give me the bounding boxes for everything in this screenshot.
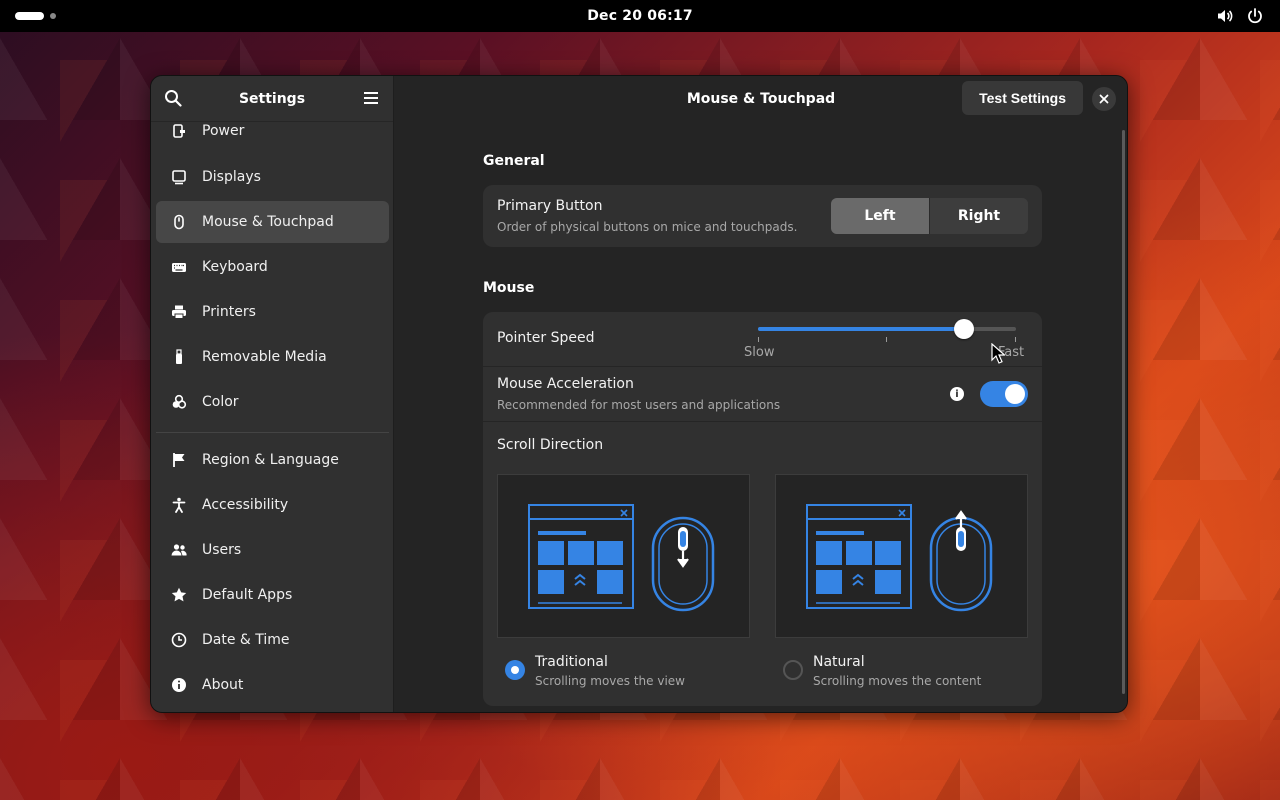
volume-icon[interactable]: [1216, 7, 1234, 25]
sidebar-item-date-time[interactable]: Date & Time: [156, 619, 389, 661]
scroll-direction-label: Scroll Direction: [497, 437, 604, 453]
scrollbar[interactable]: [1122, 130, 1125, 694]
primary-button-label: Primary Button: [497, 198, 603, 214]
color-icon: [170, 393, 188, 411]
slider-knob[interactable]: [954, 319, 974, 339]
slider-tick: [1015, 337, 1016, 342]
sidebar-title: Settings: [238, 90, 306, 107]
mouse-icon: [170, 213, 188, 231]
hamburger-menu-icon[interactable]: [363, 90, 379, 110]
mouse-acceleration-label: Mouse Acceleration: [497, 376, 634, 392]
traditional-subtitle: Scrolling moves the view: [535, 674, 685, 688]
sidebar-separator: [156, 432, 389, 433]
natural-illustration[interactable]: [775, 474, 1028, 638]
clock[interactable]: Dec 20 06:17: [587, 8, 693, 24]
sidebar-item-region-language[interactable]: Region & Language: [156, 439, 389, 481]
info-icon: [170, 676, 188, 694]
sidebar-item-about[interactable]: About: [156, 664, 389, 706]
sidebar-item-printers[interactable]: Printers: [156, 291, 389, 333]
flag-icon: [170, 451, 188, 469]
mouse-acceleration-toggle[interactable]: [980, 381, 1028, 407]
section-title-general: General: [483, 153, 545, 169]
natural-radio[interactable]: [783, 660, 803, 680]
slider-min-label: Slow: [744, 345, 775, 360]
slider-tick: [886, 337, 887, 342]
slider-tick: [758, 337, 759, 342]
test-settings-button[interactable]: Test Settings: [962, 81, 1083, 115]
close-icon[interactable]: [1092, 87, 1116, 111]
traditional-label: Traditional: [535, 654, 608, 670]
primary-button-left[interactable]: Left: [831, 198, 929, 234]
sidebar-item-label: Power: [202, 123, 245, 139]
sidebar-item-label: Displays: [202, 169, 261, 185]
sidebar-item-accessibility[interactable]: Accessibility: [156, 484, 389, 526]
info-icon[interactable]: i: [950, 387, 964, 401]
accessibility-icon: [170, 496, 188, 514]
content-pane: Mouse & Touchpad Test Settings General P…: [395, 76, 1127, 712]
top-bar: Dec 20 06:17: [0, 0, 1280, 32]
mouse-acceleration-row: Mouse Acceleration Recommended for most …: [483, 367, 1042, 421]
sidebar-item-label: Removable Media: [202, 349, 327, 365]
sidebar-item-removable-media[interactable]: Removable Media: [156, 336, 389, 378]
sidebar-item-label: Mouse & Touchpad: [202, 214, 334, 230]
toggle-knob: [1005, 384, 1025, 404]
sidebar-item-label: Default Apps: [202, 587, 293, 603]
sidebar: Settings Power Displays Mouse & Touchpad…: [151, 76, 394, 712]
pointer-speed-label: Pointer Speed: [497, 330, 595, 346]
activities-indicator[interactable]: [15, 12, 56, 20]
traditional-illustration[interactable]: [497, 474, 750, 638]
sidebar-item-label: Keyboard: [202, 259, 268, 275]
row-divider: [483, 421, 1042, 422]
page-title: Mouse & Touchpad: [686, 91, 836, 107]
pointer-speed-slider[interactable]: [758, 319, 1016, 356]
sidebar-item-label: Date & Time: [202, 632, 290, 648]
usb-icon: [170, 348, 188, 366]
primary-button-subtitle: Order of physical buttons on mice and to…: [497, 220, 798, 234]
sidebar-item-label: Color: [202, 394, 239, 410]
workspace-indicator-active: [15, 12, 44, 20]
mouse-cursor-icon: [991, 342, 1007, 369]
printer-icon: [170, 303, 188, 321]
mouse-card: Pointer Speed Slow Fast Mouse Accelerati…: [483, 312, 1042, 706]
sidebar-item-label: Users: [202, 542, 242, 558]
sidebar-item-keyboard[interactable]: Keyboard: [156, 246, 389, 288]
section-title-mouse: Mouse: [483, 280, 535, 296]
sidebar-item-power[interactable]: Power: [156, 110, 389, 152]
power-plug-icon: [170, 122, 188, 140]
clock-icon: [170, 631, 188, 649]
settings-window: Settings Power Displays Mouse & Touchpad…: [150, 75, 1128, 713]
sidebar-item-label: Region & Language: [202, 452, 339, 468]
sidebar-item-users[interactable]: Users: [156, 529, 389, 571]
natural-label: Natural: [813, 654, 865, 670]
traditional-radio[interactable]: [505, 660, 525, 680]
sidebar-item-label: Accessibility: [202, 497, 289, 513]
sidebar-item-color[interactable]: Color: [156, 381, 389, 423]
sidebar-item-default-apps[interactable]: Default Apps: [156, 574, 389, 616]
power-icon[interactable]: [1246, 7, 1264, 25]
slider-fill: [758, 327, 964, 331]
primary-button-right[interactable]: Right: [929, 198, 1028, 234]
sidebar-item-mouse-touchpad[interactable]: Mouse & Touchpad: [156, 201, 389, 243]
primary-button-selector: Left Right: [831, 198, 1028, 234]
users-icon: [170, 541, 188, 559]
sidebar-item-label: About: [202, 677, 244, 693]
keyboard-icon: [170, 258, 188, 276]
star-icon: [170, 586, 188, 604]
sidebar-item-displays[interactable]: Displays: [156, 156, 389, 198]
header-bar: Mouse & Touchpad Test Settings: [395, 76, 1127, 122]
mouse-acceleration-subtitle: Recommended for most users and applicati…: [497, 398, 781, 412]
system-tray[interactable]: [1216, 7, 1264, 25]
workspace-indicator: [50, 13, 56, 19]
natural-subtitle: Scrolling moves the content: [813, 674, 982, 688]
general-card: Primary Button Order of physical buttons…: [483, 185, 1042, 247]
display-icon: [170, 168, 188, 186]
search-icon[interactable]: [164, 89, 182, 111]
sidebar-item-label: Printers: [202, 304, 256, 320]
